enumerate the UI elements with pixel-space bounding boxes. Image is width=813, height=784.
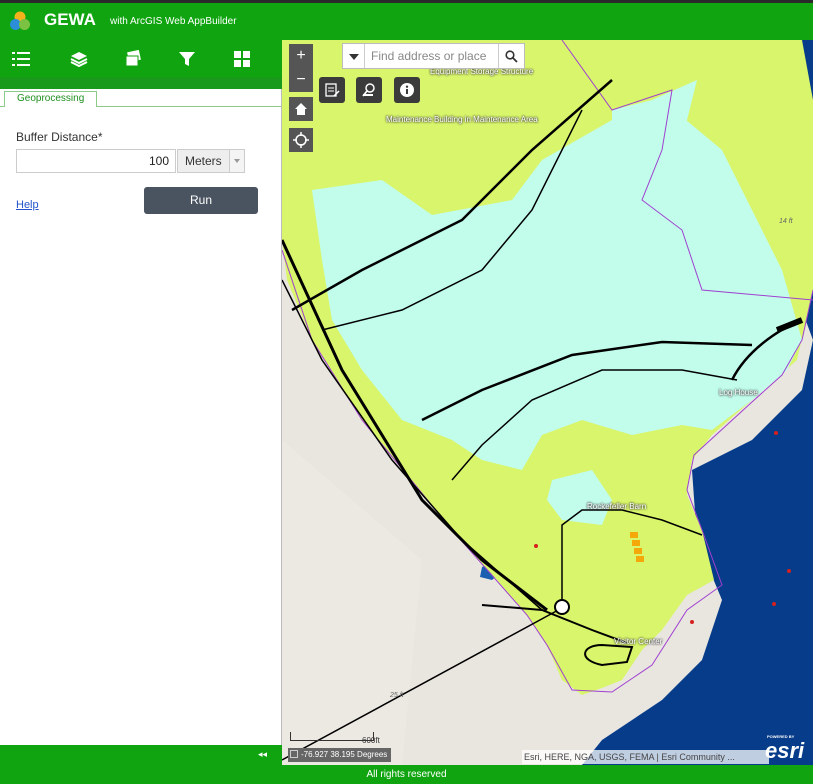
header-top-border <box>0 0 813 3</box>
legend-icon <box>12 52 30 66</box>
elevation-label: 25 ft <box>390 692 404 699</box>
locate-icon <box>293 132 309 148</box>
esri-logo[interactable]: POWERED BY esri <box>764 732 813 764</box>
query-tool-button[interactable] <box>356 77 382 103</box>
zoom-out-button[interactable]: − <box>289 68 313 92</box>
widgets-button[interactable] <box>229 46 255 72</box>
edit-tool-button[interactable] <box>319 77 345 103</box>
layers-button[interactable] <box>66 46 92 72</box>
search-icon <box>505 49 518 63</box>
buffer-distance-label: Buffer Distance* <box>16 130 103 144</box>
zoom-in-button[interactable]: + <box>289 44 313 68</box>
filter-button[interactable] <box>174 46 200 72</box>
widgets-icon <box>234 51 250 67</box>
panel-footer: ◂◂ <box>0 745 282 765</box>
coordinate-toggle-icon[interactable] <box>290 750 298 758</box>
map-basemap <box>282 40 813 765</box>
app-header: GEWA with ArcGIS Web AppBuilder <box>0 0 813 40</box>
search-source-dropdown[interactable] <box>343 44 365 68</box>
scale-label: 600ft <box>362 736 380 745</box>
search-widget <box>342 43 525 69</box>
unit-select-value: Meters <box>185 154 222 168</box>
app-logo-icon <box>10 11 30 30</box>
map-attribution[interactable]: Esri, HERE, NGA, USGS, FEMA | Esri Commu… <box>522 750 769 764</box>
app-window: GEWA with ArcGIS Web AppBuilder Geoproce… <box>0 0 813 784</box>
rights-text: All rights reserved <box>366 769 447 780</box>
info-icon <box>400 83 414 97</box>
collapse-panel-button[interactable]: ◂◂ <box>258 749 267 760</box>
edit-icon <box>325 83 340 97</box>
unit-select[interactable]: Meters <box>177 149 245 173</box>
app-title: GEWA <box>44 10 96 29</box>
app-subtitle: with ArcGIS Web AppBuilder <box>110 16 237 27</box>
toolbar-indicator-strip <box>0 77 282 89</box>
my-location-button[interactable] <box>289 128 313 152</box>
basemap-gallery-button[interactable] <box>120 46 146 72</box>
buffer-distance-input[interactable] <box>16 149 176 173</box>
filter-icon <box>179 52 195 66</box>
home-icon <box>295 103 307 115</box>
run-button[interactable]: Run <box>144 187 258 214</box>
map-label-barn: Rockefeller Barn <box>587 502 647 511</box>
info-button[interactable] <box>394 77 420 103</box>
map-label-log-house: Log House <box>719 388 758 397</box>
home-button[interactable] <box>289 97 313 121</box>
query-icon <box>362 83 375 97</box>
help-link[interactable]: Help <box>16 199 39 211</box>
coordinate-text: -76.927 38.195 Degrees <box>301 750 388 759</box>
layers-icon <box>70 52 88 67</box>
geoprocessing-panel: Geoprocessing Buffer Distance* Meters He… <box>0 89 282 745</box>
legend-button[interactable] <box>8 46 34 72</box>
chevron-down-icon[interactable] <box>229 150 244 172</box>
widget-toolbar <box>0 40 282 77</box>
elevation-label: 14 ft <box>779 218 793 225</box>
search-input[interactable] <box>367 44 497 68</box>
search-button[interactable] <box>498 44 524 68</box>
map-label-maintenance: Maintenance Building in Maintenance Area <box>386 115 538 124</box>
basemap-gallery-icon <box>125 50 141 67</box>
footer-bar: All rights reserved <box>0 765 813 784</box>
coordinate-display[interactable]: -76.927 38.195 Degrees <box>288 748 392 762</box>
esri-wordmark: esri <box>765 738 805 763</box>
map-label-visitor-center: Visitor Center <box>614 637 663 646</box>
map-view[interactable]: Equipment Storage Structure Maintenance … <box>282 40 813 765</box>
tab-geoprocessing[interactable]: Geoprocessing <box>4 91 98 107</box>
